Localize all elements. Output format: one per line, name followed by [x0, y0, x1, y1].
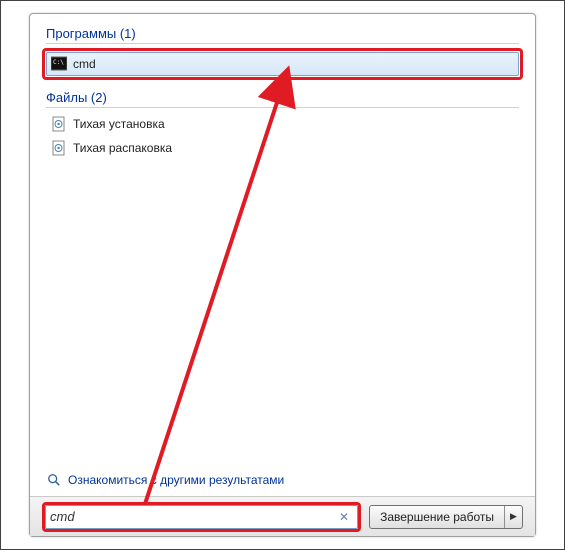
clear-search-icon[interactable]: ✕ [335, 510, 353, 524]
result-item-file[interactable]: Тихая установка [46, 112, 519, 136]
search-field-container: ✕ [45, 505, 358, 529]
search-icon [46, 472, 62, 488]
cmd-icon: C:\ [51, 56, 67, 72]
result-label: Тихая распаковка [73, 141, 172, 155]
see-more-label: Ознакомиться с другими результатами [68, 473, 284, 487]
start-menu-panel: Программы (1) C:\ cmd Файлы (2) [29, 13, 536, 537]
shutdown-dropdown-arrow[interactable]: ▶ [504, 506, 522, 528]
annotation-highlight-result: C:\ cmd [42, 48, 523, 80]
svg-text:C:\: C:\ [53, 59, 64, 66]
batch-file-icon [51, 116, 67, 132]
result-item-cmd[interactable]: C:\ cmd [46, 52, 519, 76]
result-label: Тихая установка [73, 117, 165, 131]
bottom-bar: ✕ Завершение работы ▶ [30, 496, 535, 536]
files-section-header: Файлы (2) [46, 90, 519, 108]
see-more-results-link[interactable]: Ознакомиться с другими результатами [46, 472, 284, 488]
search-results: Программы (1) C:\ cmd Файлы (2) [30, 14, 535, 168]
annotation-highlight-search: ✕ [42, 502, 361, 532]
batch-file-icon [51, 140, 67, 156]
result-label: cmd [73, 57, 96, 71]
search-input[interactable] [50, 509, 335, 524]
shutdown-label: Завершение работы [370, 506, 504, 528]
shutdown-button[interactable]: Завершение работы ▶ [369, 505, 523, 529]
programs-section-header: Программы (1) [46, 26, 519, 44]
files-section: Файлы (2) Тихая установка [46, 90, 519, 160]
result-item-file[interactable]: Тихая распаковка [46, 136, 519, 160]
